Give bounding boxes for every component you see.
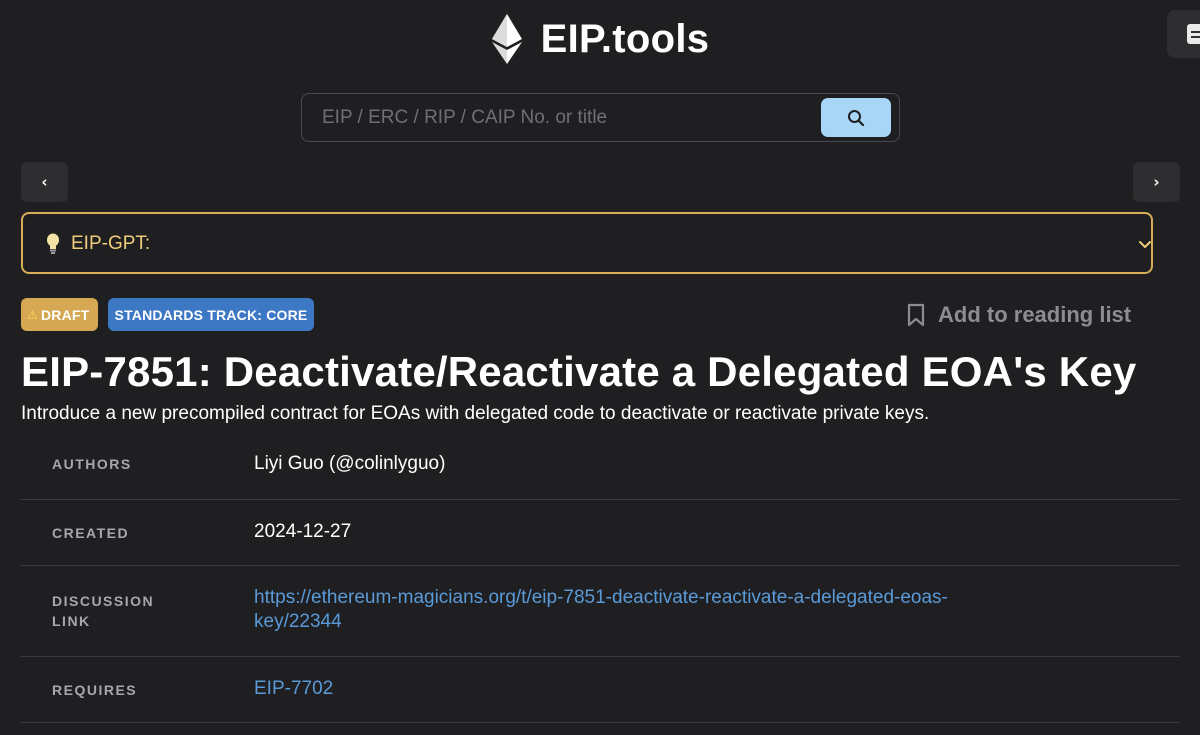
page-description: Introduce a new precompiled contract for… (21, 403, 930, 424)
chevron-right-icon: › (1153, 173, 1160, 191)
site-logo-text[interactable]: EIP.tools (541, 17, 710, 62)
status-badge-label: DRAFT (40, 306, 90, 323)
discussion-link-line: key/22344 (254, 611, 342, 632)
menu-icon (1187, 24, 1200, 44)
page-title: EIP-7851: Deactivate/Reactivate a Delega… (21, 348, 1137, 395)
eip-gpt-label: EIP-GPT: (71, 233, 151, 254)
status-badge[interactable]: ⚠ DRAFT (21, 298, 98, 331)
site-header: EIP.tools (0, 10, 1200, 68)
meta-value: 2024-12-27 (254, 521, 352, 542)
meta-value: Liyi Guo (@colinlyguo) (254, 453, 446, 474)
bookmark-icon (907, 303, 925, 327)
eip-gpt-panel[interactable]: EIP-GPT: (21, 212, 1153, 274)
category-badge[interactable]: STANDARDS TRACK: CORE (108, 298, 314, 331)
search-bar (301, 93, 900, 142)
next-eip-button[interactable]: › (1133, 162, 1180, 202)
chevron-down-icon[interactable] (1137, 236, 1153, 252)
add-to-reading-list-button[interactable]: Add to reading list (906, 300, 1131, 330)
meta-label-line: DISCUSSION (52, 593, 155, 609)
meta-label: REQUIRES (52, 682, 138, 698)
search-icon (848, 109, 865, 126)
category-badge-label: STANDARDS TRACK: CORE (114, 306, 308, 323)
menu-button[interactable] (1167, 10, 1200, 58)
search-input[interactable] (322, 106, 812, 130)
meta-row-requires: REQUIRES EIP-7702 (20, 657, 1180, 723)
search-button[interactable] (821, 98, 891, 137)
meta-label: CREATED (52, 525, 130, 541)
discussion-link-line: https://ethereum-magicians.org/t/eip-785… (254, 587, 948, 608)
meta-row-created: CREATED 2024-12-27 (20, 500, 1180, 566)
requires-eip-link[interactable]: EIP-7702 (254, 677, 1154, 701)
discussion-link[interactable]: https://ethereum-magicians.org/t/eip-785… (254, 586, 1154, 634)
meta-row-discussion-link: DISCUSSION LINK https://ethereum-magicia… (20, 566, 1180, 657)
meta-row-authors: AUTHORS Liyi Guo (@colinlyguo) (20, 432, 1180, 500)
lightbulb-icon (47, 233, 59, 254)
reading-list-label: Add to reading list (938, 302, 1132, 327)
chevron-left-icon: ‹ (41, 173, 48, 191)
meta-label: DISCUSSION LINK (52, 591, 192, 631)
meta-label: AUTHORS (52, 456, 132, 472)
ethereum-icon[interactable] (491, 14, 523, 64)
warning-icon: ⚠ (27, 307, 38, 322)
previous-eip-button[interactable]: ‹ (21, 162, 68, 202)
meta-label-line: LINK (52, 613, 91, 629)
